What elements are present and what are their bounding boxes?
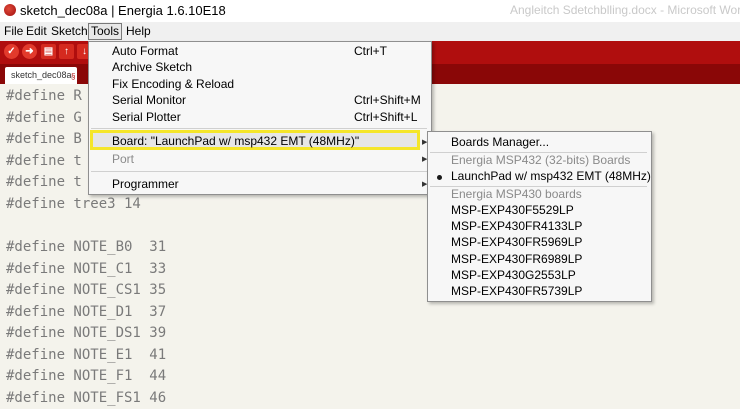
menu-item-serial-plotter[interactable]: Serial Plotter	[112, 110, 181, 124]
menu-tools[interactable]: Tools	[88, 23, 123, 40]
code-line: #define NOTE_E1 41	[6, 347, 167, 363]
menu-item-board-option[interactable]: MSP-EXP430FR6989LP	[451, 252, 582, 266]
menu-bar: File Edit Sketch Tools Help	[0, 22, 740, 42]
menu-help[interactable]: Help	[124, 24, 153, 38]
menu-item-board-option[interactable]: MSP-EXP430F5529LP	[451, 203, 574, 217]
upload-button[interactable]: ➜	[22, 44, 37, 59]
energia-app-icon	[4, 4, 16, 16]
code-line: #define NOTE_CS1 35	[6, 282, 167, 298]
menu-separator	[91, 128, 427, 129]
code-line: #define t	[6, 174, 82, 190]
code-line: #define NOTE_FS1 46	[6, 390, 167, 406]
tab-label: sketch_dec08a	[11, 70, 72, 80]
menu-item-serial-monitor[interactable]: Serial Monitor	[112, 93, 186, 107]
new-sketch-button[interactable]: ▤	[41, 44, 56, 59]
menu-item-board[interactable]: Board: "LaunchPad w/ msp432 EMT (48MHz)"	[90, 130, 420, 150]
group-label-msp430: Energia MSP430 boards	[451, 187, 582, 201]
menu-item-board-option[interactable]: MSP-EXP430FR5969LP	[451, 235, 582, 249]
menu-item-fix-encoding[interactable]: Fix Encoding & Reload	[112, 77, 234, 91]
menu-sketch[interactable]: Sketch	[49, 24, 90, 38]
menu-item-board-option[interactable]: MSP-EXP430FR4133LP	[451, 219, 582, 233]
menu-file[interactable]: File	[2, 24, 25, 38]
menu-item-archive-sketch[interactable]: Archive Sketch	[112, 60, 192, 74]
tools-menu: Auto Format Ctrl+T Archive Sketch Fix En…	[88, 41, 432, 195]
menu-item-board-option[interactable]: MSP-EXP430FR5739LP	[451, 284, 582, 298]
menu-item-board-option[interactable]: MSP-EXP430G2553LP	[451, 268, 576, 282]
code-line: #define tree3 14	[6, 196, 141, 212]
code-line: #define NOTE_DS1 39	[6, 325, 167, 341]
menu-item-boards-manager[interactable]: Boards Manager...	[451, 135, 549, 149]
menu-item-auto-format[interactable]: Auto Format	[112, 44, 178, 58]
window-title: sketch_dec08a | Energia 1.6.10E18	[20, 3, 226, 18]
tab-menu-icon[interactable]: §	[71, 68, 75, 85]
serial-plotter-shortcut: Ctrl+Shift+L	[354, 110, 418, 124]
board-submenu: Boards Manager... Energia MSP432 (32-bit…	[427, 131, 652, 302]
code-line: #define R	[6, 88, 82, 104]
code-line: #define G	[6, 110, 82, 126]
serial-monitor-shortcut: Ctrl+Shift+M	[354, 93, 421, 107]
radio-selected-icon	[437, 175, 442, 180]
background-window-title: Angleitch Sdetchblling.docx - Microsoft …	[510, 3, 740, 17]
auto-format-shortcut: Ctrl+T	[354, 44, 387, 58]
code-line: #define NOTE_D1 37	[6, 304, 167, 320]
code-line: #define t	[6, 153, 82, 169]
menu-item-board-msp432-emt[interactable]: LaunchPad w/ msp432 EMT (48MHz)	[451, 169, 651, 183]
menu-separator	[91, 171, 427, 172]
open-button[interactable]: ↑	[59, 44, 74, 59]
group-label-msp432: Energia MSP432 (32-bits) Boards	[451, 153, 631, 167]
code-line: #define NOTE_F1 44	[6, 368, 167, 384]
menu-edit[interactable]: Edit	[24, 24, 49, 38]
board-label: Board: "LaunchPad w/ msp432 EMT (48MHz)"	[112, 134, 360, 148]
code-line: #define NOTE_B0 31	[6, 239, 167, 255]
menu-item-programmer[interactable]: Programmer	[112, 177, 179, 191]
tab-sketch[interactable]: sketch_dec08a §	[5, 67, 77, 84]
menu-item-port: Port	[112, 152, 135, 166]
code-line: #define B	[6, 131, 82, 147]
code-line: #define NOTE_C1 33	[6, 261, 167, 277]
verify-button[interactable]: ✓	[4, 44, 19, 59]
title-bar: sketch_dec08a | Energia 1.6.10E18 Anglei…	[0, 0, 740, 22]
